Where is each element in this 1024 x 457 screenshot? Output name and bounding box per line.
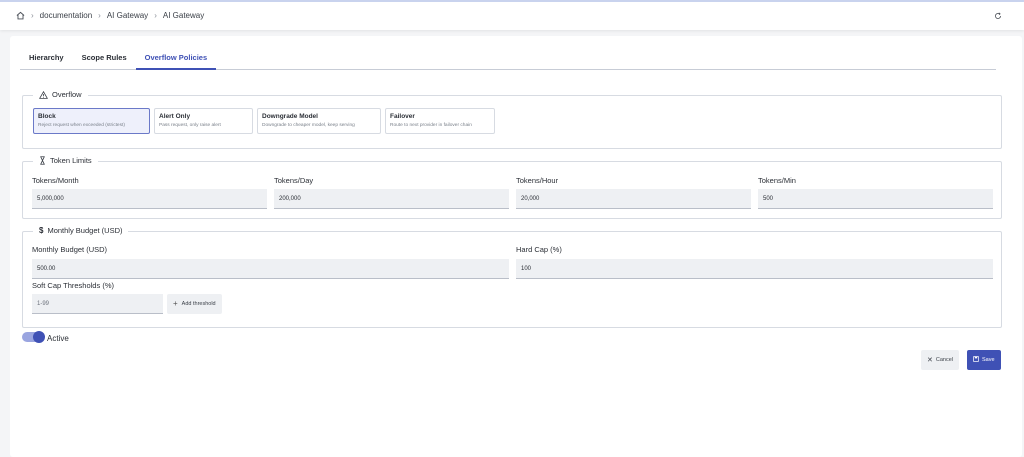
- monthly-budget-group: $ Monthly Budget (USD) Monthly Budget (U…: [22, 226, 1002, 328]
- option-desc: Pass request, only raise alert: [159, 123, 221, 128]
- monthly-budget-label: Monthly Budget (USD): [32, 245, 108, 254]
- option-desc: Route to next provider in failover chain: [390, 123, 472, 128]
- tab-overflow-policies[interactable]: Overflow Policies: [135, 44, 217, 70]
- add-threshold-label: Add threshold: [181, 301, 216, 307]
- hourglass-icon: [39, 156, 46, 165]
- overflow-legend: Overflow: [33, 90, 88, 99]
- option-desc: Reject request when exceeded (strictest): [38, 123, 125, 128]
- token-limits-group: Token Limits Tokens/Month 5,000,000 Toke…: [22, 156, 1002, 219]
- hard-cap-label: Hard Cap (%): [516, 245, 562, 254]
- warning-icon: [39, 90, 48, 99]
- overflow-option-block[interactable]: Block Reject request when exceeded (stri…: [33, 108, 150, 134]
- option-title: Block: [38, 113, 56, 120]
- refresh-icon[interactable]: [994, 12, 1002, 20]
- plus-icon: +: [173, 299, 178, 308]
- tokens-month-label: Tokens/Month: [32, 176, 79, 185]
- overflow-option-downgrade-model[interactable]: Downgrade Model Downgrade to cheaper mod…: [257, 108, 381, 134]
- tokens-hour-input[interactable]: 20,000: [516, 189, 751, 209]
- save-label: Save: [982, 357, 995, 363]
- cancel-label: Cancel: [935, 357, 953, 363]
- save-icon: [973, 356, 979, 364]
- overflow-group: Overflow Block Reject request when excee…: [22, 90, 1002, 149]
- breadcrumb: › documentation › AI Gateway › AI Gatewa…: [16, 11, 204, 20]
- tab-bar: Hierarchy Scope Rules Overflow Policies: [20, 44, 996, 70]
- tokens-hour-label: Tokens/Hour: [516, 176, 559, 185]
- tab-hierarchy[interactable]: Hierarchy: [20, 44, 73, 70]
- token-limits-legend-label: Token Limits: [50, 156, 92, 165]
- main-card: Hierarchy Scope Rules Overflow Policies …: [10, 36, 1022, 457]
- top-bar: › documentation › AI Gateway › AI Gatewa…: [0, 0, 1024, 30]
- close-icon: ✕: [927, 357, 933, 364]
- soft-cap-label: Soft Cap Thresholds (%): [32, 281, 114, 290]
- option-title: Downgrade Model: [262, 113, 318, 120]
- tokens-day-label: Tokens/Day: [274, 176, 314, 185]
- breadcrumb-item-current: AI Gateway: [162, 11, 205, 20]
- dollar-icon: $: [39, 226, 44, 235]
- monthly-budget-legend: $ Monthly Budget (USD): [33, 226, 129, 235]
- toggle-knob: [33, 331, 45, 343]
- overflow-options: Block Reject request when exceeded (stri…: [33, 108, 495, 134]
- tokens-min-label: Tokens/Min: [758, 176, 796, 185]
- tab-scope-rules[interactable]: Scope Rules: [73, 44, 136, 70]
- option-desc: Downgrade to cheaper model, keep serving: [262, 123, 355, 128]
- option-title: Alert Only: [159, 113, 191, 120]
- breadcrumb-item-ai-gateway[interactable]: AI Gateway: [107, 11, 148, 20]
- active-label: Active: [47, 334, 69, 343]
- tokens-month-input[interactable]: 5,000,000: [32, 189, 267, 209]
- active-toggle[interactable]: [22, 331, 45, 343]
- overflow-legend-label: Overflow: [52, 90, 82, 99]
- add-threshold-button[interactable]: + Add threshold: [167, 294, 222, 314]
- monthly-budget-legend-label: Monthly Budget (USD): [47, 226, 123, 235]
- home-icon[interactable]: [16, 11, 25, 20]
- save-button[interactable]: Save: [967, 350, 1001, 370]
- chevron-right-icon: ›: [98, 11, 101, 20]
- chevron-right-icon: ›: [31, 11, 34, 20]
- tokens-day-input[interactable]: 200,000: [274, 189, 509, 209]
- breadcrumb-item-documentation[interactable]: documentation: [40, 11, 92, 20]
- hard-cap-input[interactable]: 100: [516, 259, 993, 279]
- tokens-min-input[interactable]: 500: [758, 189, 993, 209]
- token-limits-legend: Token Limits: [33, 156, 98, 165]
- overflow-option-failover[interactable]: Failover Route to next provider in failo…: [385, 108, 495, 134]
- option-title: Failover: [390, 113, 415, 120]
- cancel-button[interactable]: ✕ Cancel: [921, 350, 959, 370]
- chevron-right-icon: ›: [154, 11, 157, 20]
- overflow-option-alert-only[interactable]: Alert Only Pass request, only raise aler…: [154, 108, 253, 134]
- monthly-budget-input[interactable]: 500.00: [32, 259, 509, 279]
- soft-cap-input[interactable]: 1-99: [32, 294, 163, 314]
